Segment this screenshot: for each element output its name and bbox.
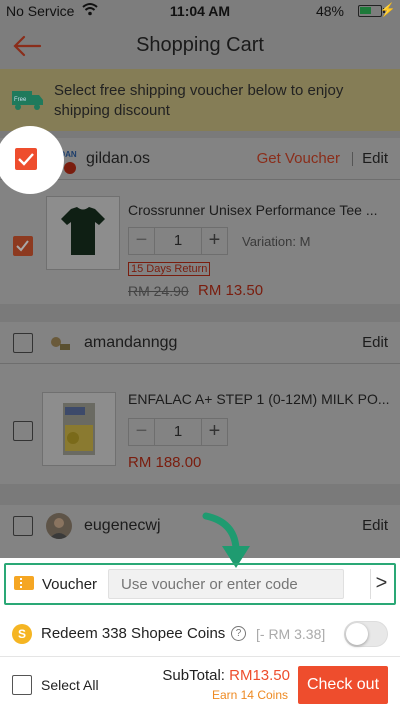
quantity-value[interactable]: 1 xyxy=(155,228,201,254)
app-header: Shopping Cart xyxy=(0,22,400,69)
checked-checkbox-icon xyxy=(15,148,37,170)
select-all-label[interactable]: Select All xyxy=(41,677,99,693)
verified-badge-icon xyxy=(64,162,76,174)
redeem-coins-toggle[interactable] xyxy=(344,621,388,647)
coins-discount-value: [- RM 3.38] xyxy=(256,626,326,642)
item-price: RM 188.00 xyxy=(128,454,202,471)
charging-icon: ⚡ xyxy=(379,2,396,17)
voucher-ticket-icon xyxy=(14,576,34,590)
checkout-bar: Select All SubTotal: RM13.50 Earn 14 Coi… xyxy=(0,658,400,711)
select-all-checkbox[interactable] xyxy=(12,675,32,695)
quantity-stepper: − 1 + xyxy=(128,418,228,446)
product-variation[interactable]: Variation: M xyxy=(242,234,310,249)
shop-checkbox[interactable] xyxy=(13,516,33,536)
shop-name[interactable]: gildan.os xyxy=(86,150,150,168)
voucher-code-input[interactable] xyxy=(108,569,344,599)
item-checkbox[interactable] xyxy=(13,236,33,256)
product-name[interactable]: Crossrunner Unisex Performance Tee ... xyxy=(128,202,390,218)
shop-avatar xyxy=(46,513,72,539)
subtotal: SubTotal: RM13.50 xyxy=(162,667,290,684)
decrease-quantity-button[interactable]: − xyxy=(129,419,155,445)
shipping-banner-text: Select free shipping voucher below to en… xyxy=(54,82,344,119)
battery-icon xyxy=(358,5,382,17)
item-price: RM 13.50 xyxy=(198,282,264,299)
checkout-button[interactable]: Check out xyxy=(298,666,388,704)
page-title: Shopping Cart xyxy=(136,34,264,56)
get-voucher-link[interactable]: Get Voucher xyxy=(257,150,340,167)
shop-name[interactable]: amandanngg xyxy=(84,334,177,352)
help-icon[interactable]: ? xyxy=(231,626,246,641)
shopee-coin-icon: S xyxy=(12,624,32,644)
battery-percent: 48% xyxy=(315,3,344,19)
product-name[interactable]: ENFALAC A+ STEP 1 (0-12M) MILK PO... xyxy=(128,391,390,407)
shop-edit-button[interactable]: Edit xyxy=(362,517,388,534)
subtotal-label: SubTotal: xyxy=(162,667,225,684)
shop-avatar xyxy=(46,330,72,356)
status-bar: No Service 11:04 AM 48% ⚡ xyxy=(0,0,400,22)
quantity-value[interactable]: 1 xyxy=(155,419,201,445)
increase-quantity-button[interactable]: + xyxy=(201,419,227,445)
increase-quantity-button[interactable]: + xyxy=(201,228,227,254)
product-image[interactable] xyxy=(46,196,120,270)
quantity-stepper: − 1 + xyxy=(128,227,228,255)
shop-checkbox[interactable] xyxy=(13,333,33,353)
voucher-label: Voucher xyxy=(42,576,98,593)
shop-edit-button[interactable]: Edit xyxy=(362,334,388,351)
return-policy-badge: 15 Days Return xyxy=(128,262,211,276)
product-image[interactable] xyxy=(42,392,116,466)
item-checkbox[interactable] xyxy=(13,421,33,441)
chevron-right-icon[interactable]: > xyxy=(370,569,392,599)
voucher-row[interactable]: Voucher > xyxy=(4,563,396,605)
earn-coins-text: Earn 14 Coins xyxy=(211,688,288,702)
free-shipping-truck-icon: Free xyxy=(12,91,43,110)
svg-text:Free: Free xyxy=(14,97,27,103)
subtotal-amount: RM13.50 xyxy=(229,667,290,684)
decrease-quantity-button[interactable]: − xyxy=(129,228,155,254)
shop-edit-button[interactable]: Edit xyxy=(362,150,388,167)
shop-card: amandanngg Edit ENFALAC A+ STEP 1 (0-12M… xyxy=(0,322,400,484)
redeem-coins-label: Redeem 338 Shopee Coins xyxy=(41,625,226,642)
shop-header: amandanngg Edit xyxy=(0,322,400,364)
tshirt-icon xyxy=(61,207,105,255)
milk-box-icon xyxy=(63,403,95,455)
original-price: RM 24.90 xyxy=(128,283,189,299)
free-shipping-banner[interactable]: Free Select free shipping voucher below … xyxy=(0,69,400,131)
shop-name[interactable]: eugenecwj xyxy=(84,517,161,535)
redeem-coins-row: S Redeem 338 Shopee Coins ? [- RM 3.38] xyxy=(0,609,400,657)
